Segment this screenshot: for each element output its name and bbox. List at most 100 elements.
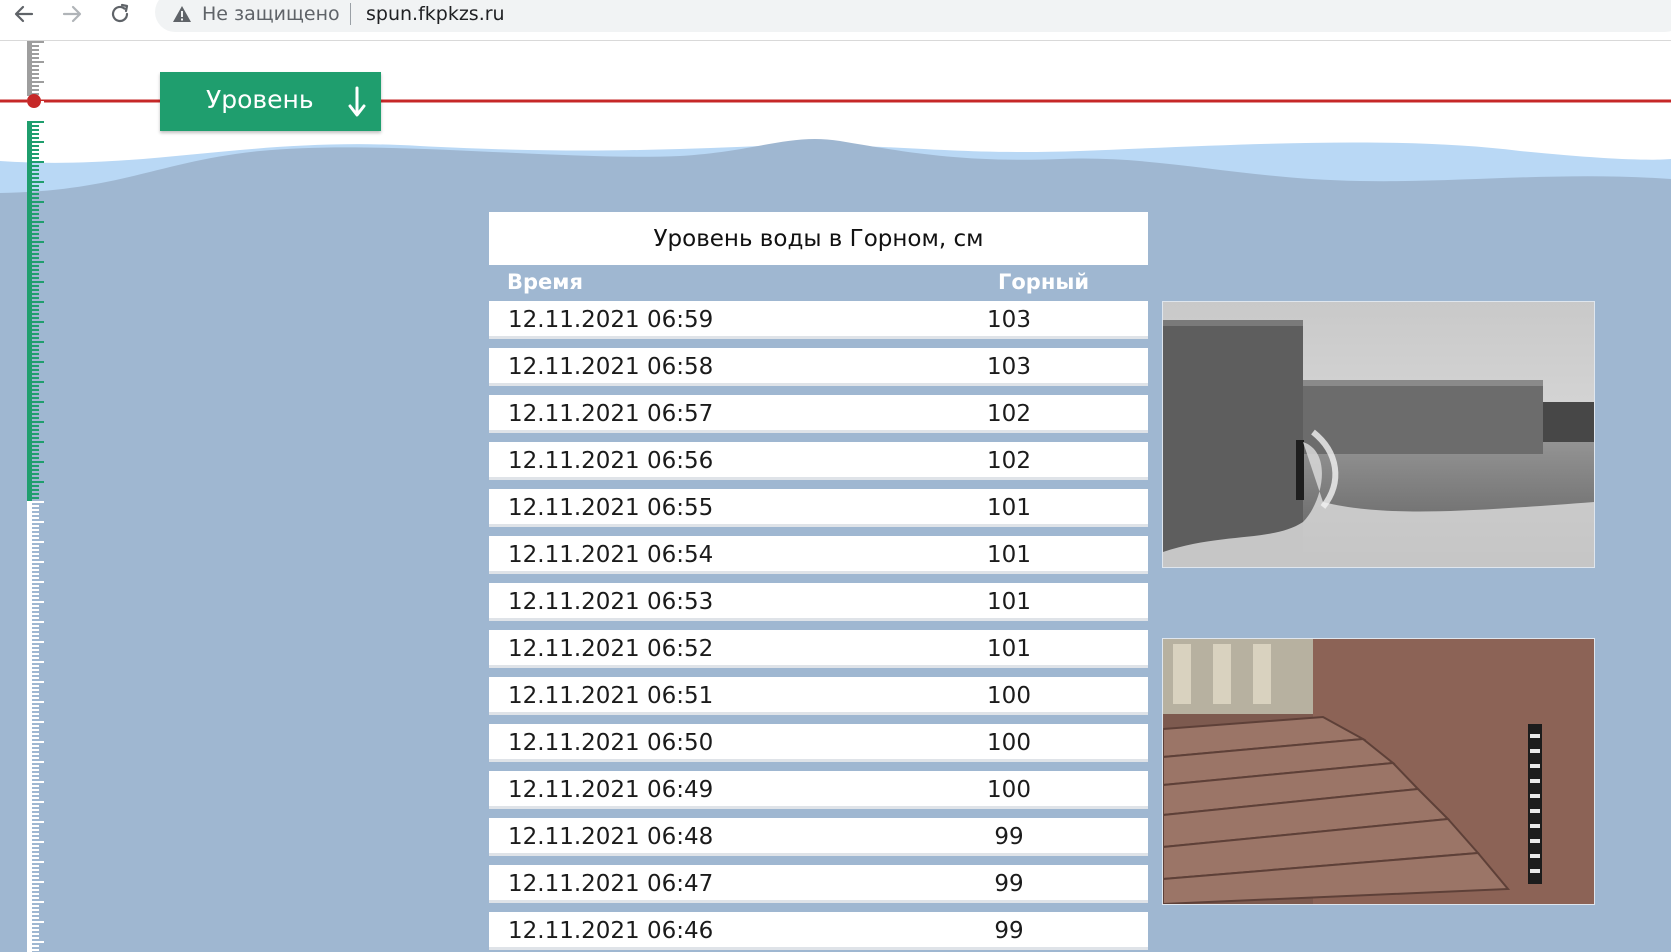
gauge-tick (32, 389, 39, 391)
gauge-tick (32, 829, 39, 831)
gauge-tick (32, 61, 44, 63)
gauge-tick (32, 301, 44, 303)
gauge-tick (32, 485, 39, 487)
gauge-tick (32, 925, 39, 927)
gauge-tick (32, 177, 39, 179)
gauge-tick (32, 725, 39, 727)
gauge-tick (32, 313, 39, 315)
level-button-label: Уровень (206, 85, 314, 114)
gauge-tick (32, 89, 39, 91)
gauge-tick (32, 597, 39, 599)
back-arrow-icon (14, 5, 34, 23)
gauge-tick (32, 605, 39, 607)
gauge-tick (32, 645, 39, 647)
gauge-tick (32, 857, 39, 859)
gauge-tick (32, 589, 39, 591)
gauge-tick (32, 333, 39, 335)
gauge-tick (32, 937, 39, 939)
gauge-tick (32, 841, 44, 843)
gauge-tick (32, 805, 39, 807)
gauge-tick (32, 85, 39, 87)
gauge-tick (32, 321, 44, 323)
gauge-tick (32, 209, 39, 211)
gauge-tick (32, 661, 44, 663)
gauge-tick (32, 81, 44, 83)
gauge-tick (32, 825, 39, 827)
gauge-tick (32, 909, 39, 911)
gauge-tick (32, 785, 39, 787)
gauge-tick (32, 445, 39, 447)
gauge-tick (32, 113, 39, 115)
row-value: 100 (987, 730, 1031, 756)
gauge-tick (32, 429, 39, 431)
gauge-tick (32, 929, 39, 931)
gauge-tick (32, 761, 44, 763)
gauge-tick (32, 381, 44, 383)
table-row: 12.11.2021 06:48 99 (489, 818, 1148, 856)
gauge-tick (32, 837, 39, 839)
gauge-tick (32, 789, 39, 791)
gauge-tick (32, 513, 39, 515)
gauge-tick (32, 397, 39, 399)
gauge-tick (32, 401, 44, 403)
gauge-tick (32, 745, 39, 747)
row-time: 12.11.2021 06:54 (508, 542, 714, 568)
row-time: 12.11.2021 06:59 (508, 307, 714, 333)
gauge-tick (32, 261, 44, 263)
gauge-tick (32, 109, 39, 111)
reload-button[interactable] (102, 0, 138, 28)
back-button[interactable] (6, 0, 42, 28)
gauge-tick (32, 533, 39, 535)
url-text[interactable]: spun.fkpkzs.ru (366, 1, 505, 27)
gauge-tick (32, 153, 39, 155)
gauge-tick (32, 877, 39, 879)
gauge-tick (32, 317, 39, 319)
forward-button[interactable] (54, 0, 90, 28)
level-button[interactable]: Уровень (160, 72, 381, 131)
gauge-tick (32, 173, 39, 175)
gauge-tick (32, 629, 39, 631)
gauge-tick (32, 733, 39, 735)
security-indicator[interactable]: Не защищено (172, 1, 340, 27)
gauge-tick (32, 641, 44, 643)
gauge-tick (32, 653, 39, 655)
down-arrow-icon (348, 86, 366, 117)
row-value: 100 (987, 777, 1031, 803)
gauge-tick (32, 765, 39, 767)
gauge-tick (32, 477, 39, 479)
gauge-tick (32, 481, 44, 483)
gauge-tick (32, 557, 39, 559)
gauge-tick (32, 749, 39, 751)
row-time: 12.11.2021 06:58 (508, 354, 714, 380)
row-value: 101 (987, 542, 1031, 568)
gauge-tick (32, 521, 44, 523)
gauge-tick (32, 729, 39, 731)
gauge-tick (32, 705, 39, 707)
gauge-tick (32, 169, 39, 171)
gauge-tick (32, 257, 39, 259)
table-row: 12.11.2021 06:47 99 (489, 865, 1148, 903)
gauge-tick (32, 65, 39, 67)
gauge-tick (32, 293, 39, 295)
gauge-tick (32, 941, 44, 943)
gauge-tick (32, 189, 39, 191)
gauge-tick (32, 869, 39, 871)
gauge-tick (32, 305, 39, 307)
table-row: 12.11.2021 06:52 101 (489, 630, 1148, 668)
gauge-tick (32, 297, 39, 299)
gauge-tick (32, 241, 44, 243)
row-value: 100 (987, 683, 1031, 709)
gauge-tick (32, 713, 39, 715)
gauge-tick (32, 373, 39, 375)
gauge-tick (32, 613, 39, 615)
table-row: 12.11.2021 06:54 101 (489, 536, 1148, 574)
gauge-tick (32, 845, 39, 847)
gauge-tick (32, 185, 39, 187)
gauge-tick (32, 273, 39, 275)
gauge-bar-green (27, 121, 32, 501)
gauge-tick (32, 365, 39, 367)
row-value: 99 (994, 871, 1024, 897)
row-time: 12.11.2021 06:46 (508, 918, 714, 944)
gauge-tick (32, 633, 39, 635)
row-time: 12.11.2021 06:57 (508, 401, 714, 427)
